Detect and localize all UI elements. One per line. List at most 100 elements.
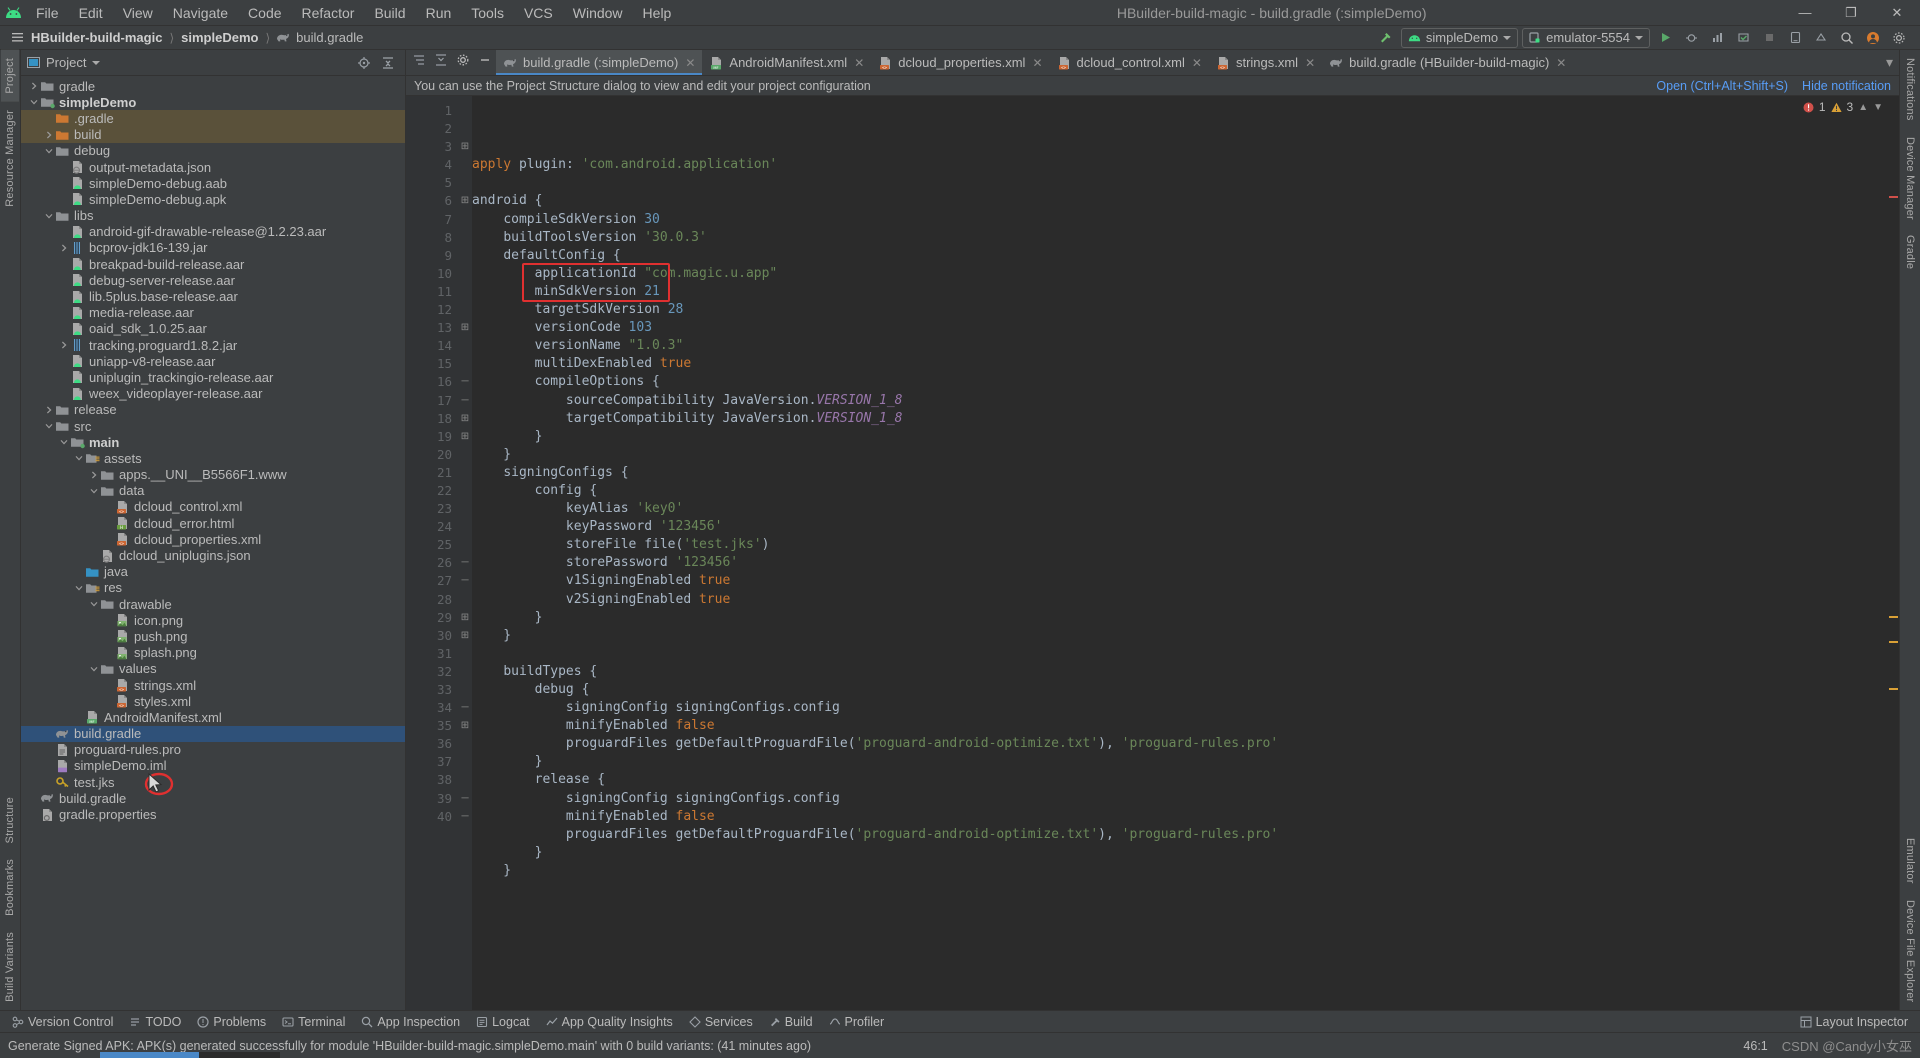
chevron-down-icon[interactable] [87,665,100,673]
sdk-manager-icon[interactable] [1810,28,1832,48]
fold-toggle-icon[interactable]: ─ [458,392,472,410]
code-line[interactable]: minifyEnabled false [472,717,1887,735]
tree-node[interactable]: build.gradle [21,725,405,742]
chevron-down-icon[interactable] [42,422,55,430]
tree-node[interactable]: <> styles.xml [21,693,405,709]
rail-item-emulator[interactable]: Emulator [1901,830,1919,892]
code-line[interactable]: versionCode 103 [472,319,1887,337]
chevron-down-icon[interactable] [42,147,55,155]
code-folding-column[interactable]: ⊞ ⊞ ⊞ ─ ─ ⊞ ⊞ ─ ─ ⊞ ⊞ ─ ⊞ ─ ─ [458,96,472,1010]
menu-item-navigate[interactable]: Navigate [163,2,238,24]
settings-gear-icon[interactable] [1888,28,1910,48]
fold-toggle-icon[interactable]: ⊞ [458,609,472,627]
device-selector[interactable]: emulator-5554 [1522,27,1650,48]
rail-item-gradle[interactable]: Gradle [1901,227,1919,277]
code-line[interactable]: defaultConfig { [472,247,1887,265]
code-line[interactable]: compileSdkVersion 30 [472,211,1887,229]
bottom-tool-build[interactable]: Build [761,1013,821,1031]
close-tab-icon[interactable]: ✕ [1554,56,1566,70]
chevron-down-icon[interactable] [87,487,100,495]
tree-node[interactable]: Hdcloud_error.html [21,515,405,531]
code-line[interactable]: compileOptions { [472,373,1887,391]
tree-node[interactable]: output-metadata.json [21,159,405,175]
tree-node[interactable]: oaid_sdk_1.0.25.aar [21,321,405,337]
close-tab-icon[interactable]: ✕ [1030,56,1042,70]
tree-node[interactable]: splash.png [21,645,405,661]
tree-node[interactable]: simpleDemo [21,94,405,110]
fold-toggle-icon[interactable]: ⊞ [458,410,472,428]
code-line[interactable]: } [472,844,1887,862]
menu-item-view[interactable]: View [113,2,163,24]
tree-node[interactable]: .gradle [21,110,405,127]
fold-toggle-icon[interactable]: ⊞ [458,319,472,337]
tree-node[interactable]: res [21,580,405,596]
search-icon[interactable] [1836,28,1858,48]
code-line[interactable]: minifyEnabled false [472,808,1887,826]
fold-toggle-icon[interactable]: ─ [458,554,472,572]
chevron-down-icon[interactable] [27,98,40,106]
code-line[interactable]: config { [472,482,1887,500]
rail-item-project[interactable]: Project [1,50,19,102]
debug-button[interactable] [1680,28,1702,48]
inspection-status[interactable]: 1 3 ▲ ▼ [1803,100,1883,114]
code-line[interactable] [472,174,1887,192]
code-line[interactable]: storeFile file('test.jks') [472,536,1887,554]
code-line[interactable]: signingConfig signingConfigs.config [472,699,1887,717]
bottom-tool-problems[interactable]: Problems [189,1013,274,1031]
close-tab-icon[interactable]: ✕ [1303,56,1315,70]
expand-all-icon[interactable] [408,50,430,70]
tree-node[interactable]: assets [21,450,405,466]
rail-item-resource-manager[interactable]: Resource Manager [1,102,19,215]
code-line[interactable]: targetCompatibility JavaVersion.VERSION_… [472,410,1887,428]
close-tab-icon[interactable]: ✕ [1190,56,1202,70]
tree-node[interactable]: build [21,126,405,143]
tree-node[interactable]: drawable [21,596,405,612]
tree-node[interactable]: gradle [21,78,405,94]
rail-item-device-file-explorer[interactable]: Device File Explorer [1901,892,1919,1010]
caret-position[interactable]: 46:1 [1743,1039,1767,1053]
code-line[interactable]: targetSdkVersion 28 [472,301,1887,319]
tree-node[interactable]: lib.5plus.base-release.aar [21,288,405,304]
bottom-tool-services[interactable]: Services [681,1013,761,1031]
chevron-down-icon[interactable] [72,454,85,462]
tree-node[interactable]: apps.__UNI__B5566F1.www [21,467,405,483]
layout-inspector-button[interactable]: Layout Inspector [1792,1013,1916,1031]
tree-node[interactable]: uniapp-v8-release.aar [21,353,405,369]
editor-tab[interactable]: <> strings.xml ✕ [1209,50,1322,75]
fold-toggle-icon[interactable]: ⊞ [458,428,472,446]
code-line[interactable]: v2SigningEnabled true [472,591,1887,609]
tree-node[interactable]: breakpad-build-release.aar [21,256,405,272]
code-line[interactable]: } [472,428,1887,446]
tree-node[interactable]: values [21,661,405,677]
menu-item-window[interactable]: Window [563,2,633,24]
chevron-down-icon[interactable]: ▼ [1873,102,1883,113]
code-line[interactable]: buildToolsVersion '30.0.3' [472,229,1887,247]
tree-node[interactable]: release [21,402,405,418]
menu-item-tools[interactable]: Tools [461,2,514,24]
tree-node[interactable]: <> dcloud_control.xml [21,499,405,515]
chevron-down-icon[interactable] [42,212,55,220]
code-line[interactable]: storePassword '123456' [472,554,1887,572]
menu-item-refactor[interactable]: Refactor [292,2,365,24]
code-line[interactable]: debug { [472,681,1887,699]
profile-button[interactable] [1706,28,1728,48]
tree-node[interactable]: <> strings.xml [21,677,405,693]
tree-node[interactable]: proguard-rules.pro [21,742,405,758]
menu-item-build[interactable]: Build [364,2,415,24]
rail-item-bookmarks[interactable]: Bookmarks [1,851,19,924]
code-line[interactable]: proguardFiles getDefaultProguardFile('pr… [472,826,1887,844]
chevron-down-icon[interactable] [57,438,70,446]
tree-node[interactable]: simpleDemo.iml [21,758,405,774]
tree-node[interactable]: src [21,418,405,434]
editor-tab[interactable]: <> dcloud_control.xml ✕ [1050,50,1209,75]
code-line[interactable]: v1SigningEnabled true [472,572,1887,590]
editor-tab[interactable]: build.gradle (:simpleDemo) ✕ [496,50,703,75]
hide-panel-icon[interactable] [474,50,496,70]
apply-changes-button[interactable] [1732,28,1754,48]
fold-toggle-icon[interactable]: ⊞ [458,717,472,735]
collapse-icon[interactable] [430,50,452,70]
code-line[interactable]: sourceCompatibility JavaVersion.VERSION_… [472,392,1887,410]
chevron-right-icon[interactable] [87,471,100,479]
editor-tabs-overflow[interactable]: ▾ [1886,50,1899,75]
open-project-structure-link[interactable]: Open (Ctrl+Alt+Shift+S) [1656,79,1788,93]
